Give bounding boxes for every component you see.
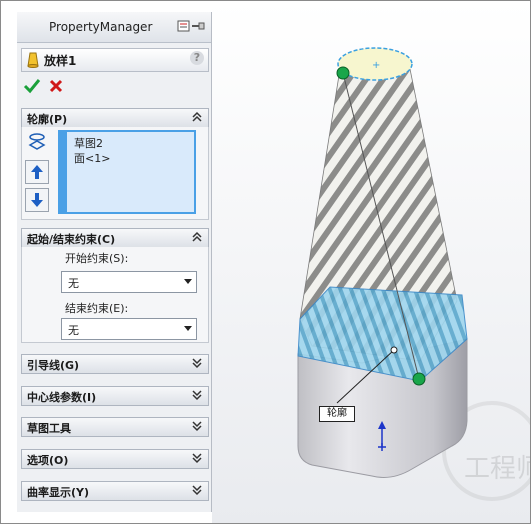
collapse-up-icon[interactable] bbox=[191, 111, 203, 123]
section-start-end-header[interactable]: 起始/结束约束(C) bbox=[21, 228, 209, 248]
section-options-header[interactable]: 选项(O) bbox=[21, 449, 209, 469]
chevron-down-icon bbox=[184, 279, 192, 284]
profile-loft-icon bbox=[28, 133, 46, 150]
pin-icon[interactable] bbox=[177, 20, 205, 32]
section-curvature-title: 曲率显示(Y) bbox=[27, 486, 90, 499]
property-manager-title: PropertyManager bbox=[49, 20, 153, 34]
expand-down-icon[interactable] bbox=[191, 389, 203, 401]
arrow-up-icon bbox=[31, 165, 43, 179]
expand-down-icon[interactable] bbox=[191, 484, 203, 496]
watermark-text: 工程师 bbox=[464, 454, 530, 484]
expand-down-icon[interactable] bbox=[191, 452, 203, 464]
end-constraint-value: 无 bbox=[68, 324, 79, 337]
help-icon[interactable]: ? bbox=[190, 51, 204, 65]
expand-down-icon[interactable] bbox=[191, 420, 203, 432]
ok-check-icon[interactable] bbox=[23, 78, 41, 94]
chevron-down-icon bbox=[184, 326, 192, 331]
end-constraint-label: 结束约束(E): bbox=[65, 302, 129, 315]
start-constraint-label: 开始约束(S): bbox=[65, 252, 129, 265]
cancel-x-icon[interactable] bbox=[48, 78, 64, 94]
section-centerline-header[interactable]: 中心线参数(I) bbox=[21, 386, 209, 406]
end-constraint-select[interactable]: 无 bbox=[61, 318, 197, 340]
property-manager-panel: PropertyManager 放样1 ? 轮廓(P) 草图2 面<1> 起始/… bbox=[17, 12, 212, 512]
start-constraint-value: 无 bbox=[68, 277, 79, 290]
origin-plus-icon: + bbox=[372, 60, 380, 71]
move-down-button[interactable] bbox=[25, 188, 49, 212]
feature-name: 放样1 bbox=[44, 54, 77, 68]
section-profile-header[interactable]: 轮廓(P) bbox=[21, 108, 209, 128]
section-profile-title: 轮廓(P) bbox=[27, 113, 68, 126]
arrow-down-icon bbox=[31, 193, 43, 207]
section-guides-header[interactable]: 引导线(G) bbox=[21, 354, 209, 374]
loft-icon bbox=[27, 52, 39, 68]
list-item[interactable]: 面<1> bbox=[74, 150, 110, 166]
graphics-viewport[interactable]: 工程师 + bbox=[212, 1, 530, 523]
list-active-bar bbox=[58, 130, 67, 214]
feature-header: 放样1 ? bbox=[21, 48, 209, 72]
section-centerline-title: 中心线参数(I) bbox=[27, 391, 97, 404]
list-item[interactable]: 草图2 bbox=[74, 135, 103, 151]
callout-anchor bbox=[390, 346, 398, 354]
expand-down-icon[interactable] bbox=[191, 357, 203, 369]
profile-point-bottom[interactable] bbox=[412, 372, 426, 386]
section-sketch-tools-title: 草图工具 bbox=[27, 422, 71, 435]
section-sketch-tools-header[interactable]: 草图工具 bbox=[21, 417, 209, 437]
window-frame: PropertyManager 放样1 ? 轮廓(P) 草图2 面<1> 起始/… bbox=[0, 0, 531, 524]
start-constraint-select[interactable]: 无 bbox=[61, 271, 197, 293]
profile-list[interactable]: 草图2 面<1> bbox=[58, 130, 196, 214]
collapse-up-icon[interactable] bbox=[191, 231, 203, 243]
section-options-title: 选项(O) bbox=[27, 454, 69, 467]
section-curvature-header[interactable]: 曲率显示(Y) bbox=[21, 481, 209, 501]
property-manager-header: PropertyManager bbox=[17, 12, 211, 43]
section-start-end-title: 起始/结束约束(C) bbox=[27, 233, 116, 246]
profile-point-top[interactable] bbox=[336, 66, 350, 80]
profile-callout-label[interactable]: 轮廓 bbox=[319, 406, 355, 422]
move-up-button[interactable] bbox=[25, 160, 49, 184]
section-guides-title: 引导线(G) bbox=[27, 359, 80, 372]
